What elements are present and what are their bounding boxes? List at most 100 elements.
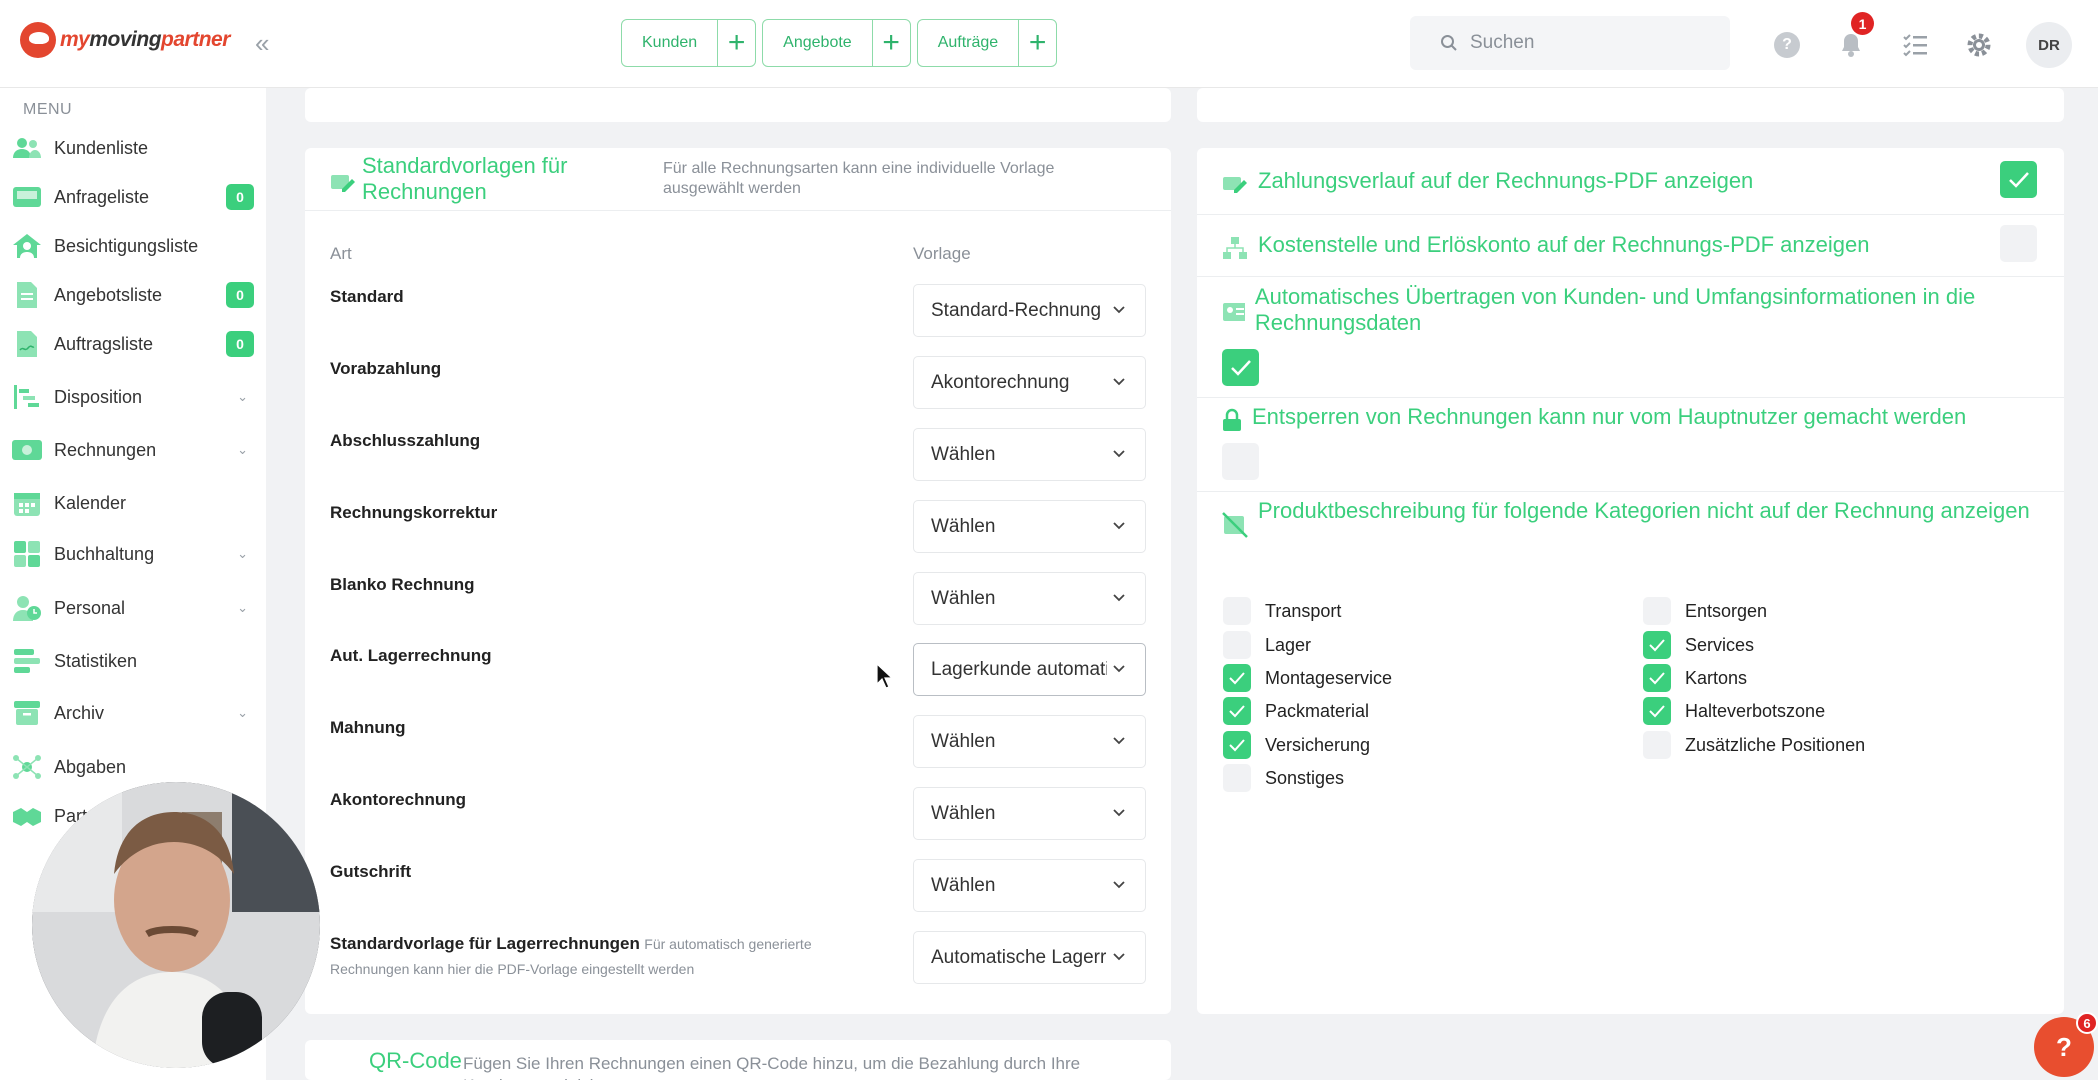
nav-angebote-button[interactable]: Angebote bbox=[763, 20, 872, 66]
template-select-blanko[interactable]: Wählen bbox=[913, 572, 1146, 625]
setting-product-description: Produktbeschreibung für folgende Kategor… bbox=[1222, 498, 2042, 538]
lock-icon bbox=[1223, 408, 1241, 431]
checkbox[interactable] bbox=[1223, 697, 1251, 725]
checkbox[interactable] bbox=[1643, 697, 1671, 725]
checkbox[interactable] bbox=[1223, 664, 1251, 692]
sidebar-item-label: Abgaben bbox=[54, 756, 127, 777]
template-row-label: Standard bbox=[330, 287, 404, 306]
template-select-vorabzahlung[interactable]: Akontorechnung bbox=[913, 356, 1146, 409]
sidebar-item-buchhaltung[interactable]: Buchhaltung ⌄ bbox=[10, 536, 256, 572]
unlock-checkbox[interactable] bbox=[1222, 443, 1259, 480]
help-icon[interactable]: ? bbox=[1770, 25, 1804, 65]
sidebar-item-auftragsliste[interactable]: Auftragsliste 0 bbox=[10, 326, 256, 362]
checkbox[interactable] bbox=[1643, 731, 1671, 759]
search-placeholder: Suchen bbox=[1470, 32, 1535, 53]
avatar[interactable]: DR bbox=[2026, 22, 2072, 68]
checkbox[interactable] bbox=[1223, 764, 1251, 792]
bell-icon[interactable]: 1 bbox=[1834, 12, 1874, 65]
template-select-abschlusszahlung[interactable]: Wählen bbox=[913, 428, 1146, 481]
category-lager[interactable]: Lager bbox=[1223, 631, 1311, 659]
category-transport[interactable]: Transport bbox=[1223, 597, 1341, 625]
category-sonstiges[interactable]: Sonstiges bbox=[1223, 764, 1344, 792]
sidebar-item-label: Besichtigungsliste bbox=[54, 235, 199, 256]
sidebar-item-archiv[interactable]: Archiv ⌄ bbox=[10, 695, 256, 731]
sidebar-item-angebotsliste[interactable]: Angebotsliste 0 bbox=[10, 277, 256, 313]
category-halteverbotszone[interactable]: Halteverbotszone bbox=[1643, 697, 1825, 725]
add-angebot-icon[interactable]: + bbox=[871, 20, 910, 66]
checkbox[interactable] bbox=[1643, 631, 1671, 659]
select-value: Wählen bbox=[931, 730, 996, 752]
task-list-icon[interactable] bbox=[1898, 25, 1932, 65]
template-select-mahnung[interactable]: Wählen bbox=[913, 715, 1146, 768]
menu-label: MENU bbox=[23, 101, 73, 118]
select-value: Wählen bbox=[931, 802, 996, 824]
sidebar-item-label: Kundenliste bbox=[54, 137, 149, 158]
logo[interactable]: mymovingpartner bbox=[20, 22, 230, 58]
collapse-sidebar-icon[interactable]: « bbox=[255, 28, 269, 58]
setting-unlock: Entsperren von Rechnungen kann nur vom H… bbox=[1222, 404, 1966, 433]
sidebar-item-abgaben[interactable]: Abgaben bbox=[10, 749, 256, 785]
category-versicherung[interactable]: Versicherung bbox=[1223, 731, 1370, 759]
nav-group-kunden: Kunden + bbox=[621, 19, 757, 67]
template-select-standard[interactable]: Standard-Rechnung bbox=[913, 284, 1146, 337]
sidebar-item-statistiken[interactable]: Statistiken bbox=[10, 643, 256, 679]
template-row-label: Blanko Rechnung bbox=[330, 575, 475, 594]
category-kartons[interactable]: Kartons bbox=[1643, 664, 1747, 692]
template-select-lagerrechnung[interactable]: Lagerkunde automatisch bbox=[913, 643, 1146, 696]
qr-card-title: QR-Code bbox=[369, 1048, 462, 1073]
template-select-gutschrift[interactable]: Wählen bbox=[913, 859, 1146, 912]
category-zusaetzliche-positionen[interactable]: Zusätzliche Positionen bbox=[1643, 731, 1865, 759]
templates-card-title: Standardvorlagen für Rechnungen bbox=[362, 153, 568, 204]
column-header-art: Art bbox=[330, 244, 352, 263]
previous-card-right bbox=[1197, 88, 2064, 122]
checkbox[interactable] bbox=[1223, 597, 1251, 625]
nav-auftraege-button[interactable]: Aufträge bbox=[918, 20, 1018, 66]
category-montageservice[interactable]: Montageservice bbox=[1223, 664, 1392, 692]
checkbox[interactable] bbox=[1643, 597, 1671, 625]
add-auftrag-icon[interactable]: + bbox=[1018, 20, 1056, 66]
category-label: Montageservice bbox=[1265, 667, 1393, 688]
select-value: Wählen bbox=[931, 587, 996, 609]
auto-transfer-checkbox[interactable] bbox=[1222, 349, 1259, 386]
gear-icon[interactable] bbox=[1962, 25, 1996, 65]
category-label: Halteverbotszone bbox=[1685, 700, 1826, 721]
select-value: Automatische Lagerrechnung bbox=[931, 946, 1107, 968]
top-nav: Kunden + Angebote + Aufträge + bbox=[621, 19, 1058, 67]
category-services[interactable]: Services bbox=[1643, 631, 1754, 659]
select-value: Lagerkunde automatisch bbox=[931, 658, 1107, 680]
template-select-akontorechnung[interactable]: Wählen bbox=[913, 787, 1146, 840]
nav-kunden-button[interactable]: Kunden bbox=[622, 20, 717, 66]
sidebar-item-label: Statistiken bbox=[54, 650, 138, 671]
category-packmaterial[interactable]: Packmaterial bbox=[1223, 697, 1369, 725]
document-icon bbox=[10, 280, 44, 310]
sidebar-item-rechnungen[interactable]: Rechnungen ⌄ bbox=[10, 432, 256, 468]
setting-payment-history: Zahlungsverlauf auf der Rechnungs-PDF an… bbox=[1222, 168, 1753, 197]
category-entsorgen[interactable]: Entsorgen bbox=[1643, 597, 1767, 625]
sidebar-item-personal[interactable]: Personal ⌄ bbox=[10, 590, 256, 626]
search-input[interactable]: Suchen bbox=[1410, 16, 1730, 70]
select-value: Standard-Rechnung bbox=[931, 299, 1102, 321]
checkbox[interactable] bbox=[1223, 731, 1251, 759]
payment-history-checkbox[interactable] bbox=[2000, 161, 2037, 198]
nav-group-angebote: Angebote + bbox=[762, 19, 911, 67]
checkbox[interactable] bbox=[1223, 631, 1251, 659]
chevron-down-icon: ⌄ bbox=[237, 442, 248, 457]
sidebar-item-label: Buchhaltung bbox=[54, 543, 155, 564]
cost-center-checkbox[interactable] bbox=[2000, 225, 2037, 262]
template-select-rechnungskorrektur[interactable]: Wählen bbox=[913, 500, 1146, 553]
select-value: Wählen bbox=[931, 874, 996, 896]
add-kunde-icon[interactable]: + bbox=[717, 20, 755, 66]
sidebar-item-label: Disposition bbox=[54, 386, 143, 407]
check-icon bbox=[1649, 672, 1665, 685]
help-badge: 6 bbox=[2076, 1012, 2098, 1034]
sidebar-item-besichtigungsliste[interactable]: Besichtigungsliste bbox=[10, 228, 256, 264]
sidebar-item-disposition[interactable]: Disposition ⌄ bbox=[10, 379, 256, 415]
template-select-storage[interactable]: Automatische Lagerrechnung bbox=[913, 931, 1146, 984]
invoice-settings-card bbox=[1197, 148, 2064, 1014]
sidebar-item-kundenliste[interactable]: Kundenliste bbox=[10, 130, 256, 166]
checkbox[interactable] bbox=[1643, 664, 1671, 692]
sidebar-item-label: Personal bbox=[54, 597, 126, 618]
chevron-down-icon bbox=[1113, 953, 1125, 961]
sidebar-item-anfrageliste[interactable]: Anfrageliste 0 bbox=[10, 179, 256, 215]
sidebar-item-kalender[interactable]: Kalender bbox=[10, 485, 256, 521]
